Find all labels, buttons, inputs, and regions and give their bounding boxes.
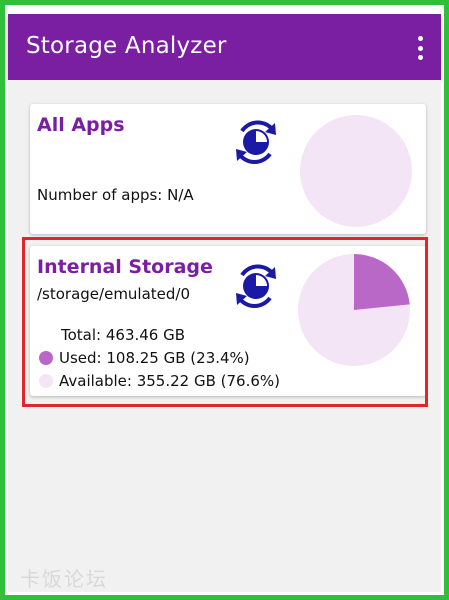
highlight-box — [22, 237, 428, 407]
watermark: 卡饭论坛 — [20, 567, 108, 591]
apps-count-text: Number of apps: N/A — [37, 186, 194, 204]
card-title-all-apps: All Apps — [37, 114, 125, 136]
more-vert-icon[interactable] — [413, 36, 427, 60]
app-bar: Storage Analyzer — [8, 14, 441, 80]
refresh-pie-icon[interactable] — [228, 114, 284, 170]
app-title: Storage Analyzer — [26, 33, 227, 59]
apps-pie-chart — [300, 115, 412, 227]
all-apps-card[interactable]: All Apps Number of apps: N/A — [30, 104, 426, 234]
